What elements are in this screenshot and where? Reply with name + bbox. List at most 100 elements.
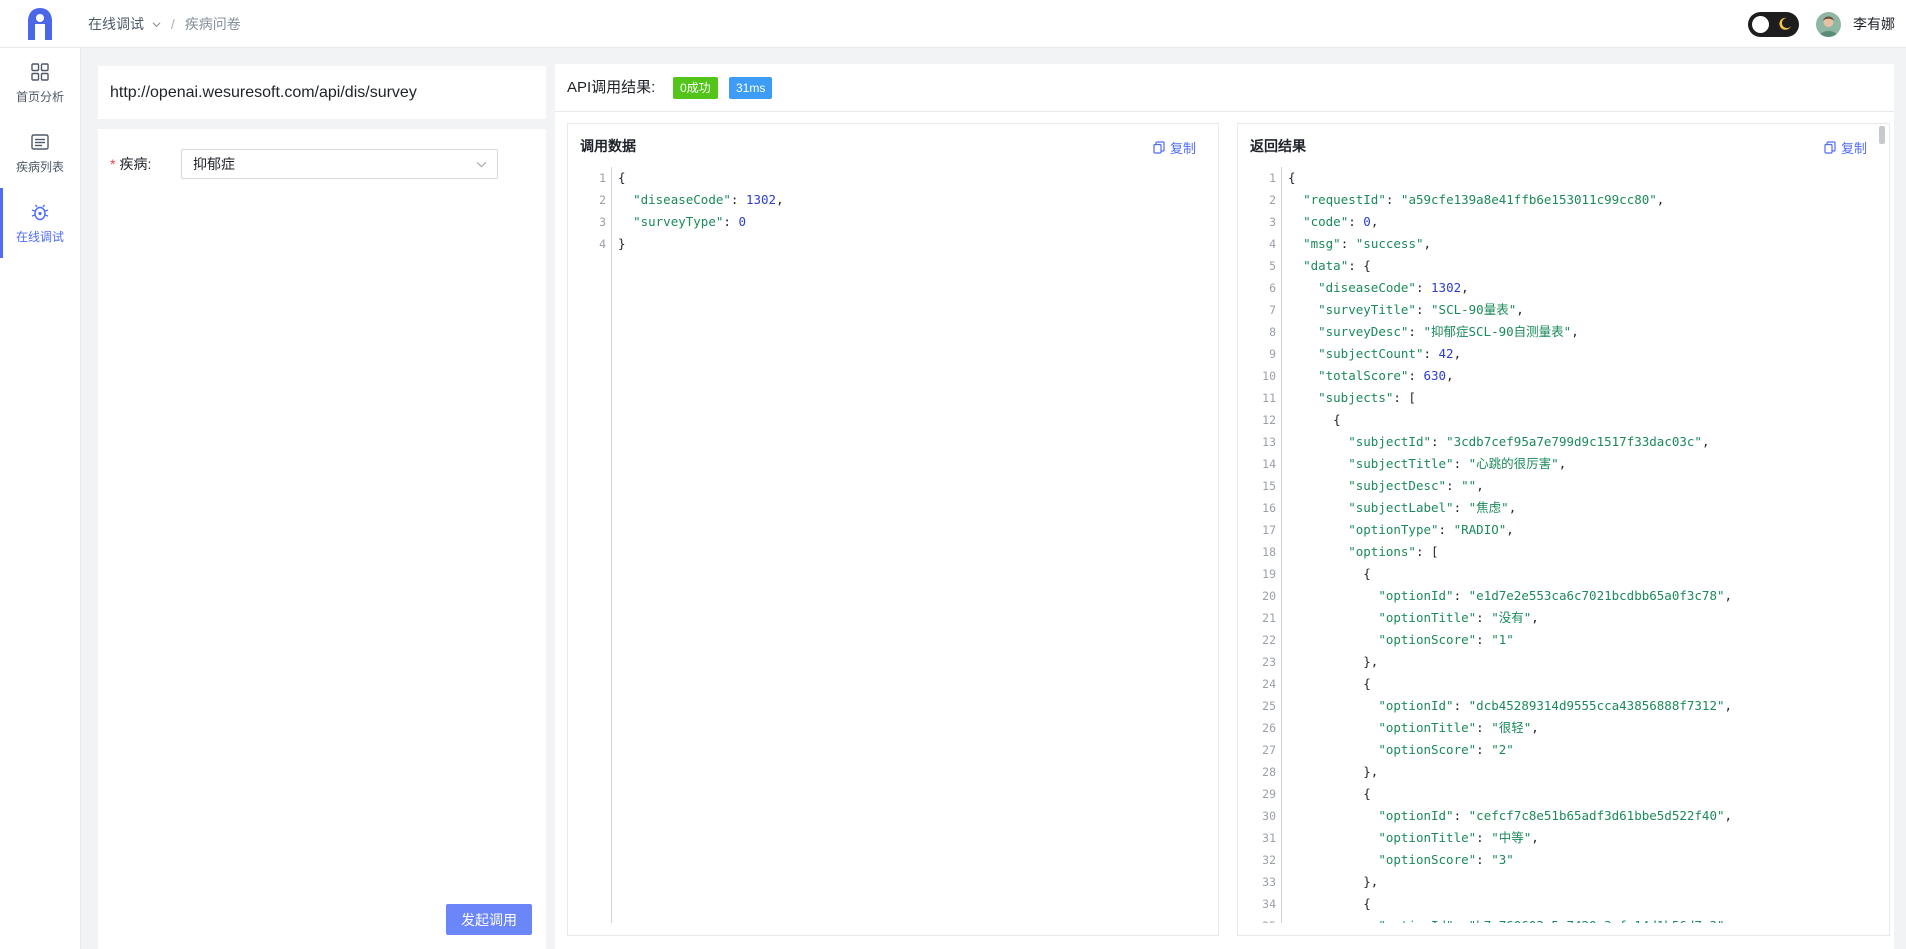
bug-icon — [31, 204, 49, 220]
submit-call-button[interactable]: 发起调用 — [446, 904, 532, 935]
line-number-gutter — [580, 167, 612, 923]
code-line: 14 "subjectTitle": "心跳的很厉害", — [1250, 453, 1877, 475]
line-number: 12 — [1262, 413, 1276, 427]
line-number: 10 — [1262, 369, 1276, 383]
code-text: "optionTitle": "很轻", — [1378, 720, 1539, 735]
code-line: 16 "subjectLabel": "焦虑", — [1250, 497, 1877, 519]
line-number: 1 — [1269, 171, 1276, 185]
line-number: 8 — [1269, 325, 1276, 339]
code-text: { — [618, 170, 626, 185]
status-badge: 0成功 — [673, 77, 718, 99]
line-number: 17 — [1262, 523, 1276, 537]
sidebar-item-label: 在线调试 — [15, 229, 64, 244]
avatar[interactable] — [1816, 12, 1841, 37]
sidebar-item-label: 疾病列表 — [15, 159, 64, 174]
copy-icon — [1153, 141, 1165, 154]
line-number: 34 — [1262, 897, 1276, 911]
line-number: 32 — [1262, 853, 1276, 867]
line-number: 16 — [1262, 501, 1276, 515]
code-text: { — [1288, 896, 1371, 911]
code-line: 8 "surveyDesc": "抑郁症SCL-90自测量表", — [1250, 321, 1877, 343]
code-text: "msg": "success", — [1303, 236, 1432, 251]
theme-toggle[interactable] — [1748, 12, 1799, 37]
code-text: "subjects": [ — [1318, 390, 1416, 405]
line-number: 35 — [1250, 915, 1276, 923]
sidebar-item-online-debug[interactable]: 在线调试 — [0, 188, 80, 258]
line-number: 29 — [1262, 787, 1276, 801]
copy-icon — [1824, 141, 1836, 154]
code-text: "optionType": "RADIO", — [1348, 522, 1514, 537]
breadcrumb-parent[interactable]: 在线调试 — [88, 14, 161, 34]
line-number: 11 — [1262, 391, 1276, 405]
copy-response-button[interactable]: 复制 — [1824, 138, 1867, 157]
code-line: 7 "surveyTitle": "SCL-90量表", — [1250, 299, 1877, 321]
moon-icon — [1779, 17, 1791, 30]
code-line: 24 { — [1250, 673, 1877, 695]
sidebar: 首页分析 疾病列表 在线调试 — [0, 48, 81, 949]
copy-request-button[interactable]: 复制 — [1153, 138, 1196, 157]
code-text: "optionId": "cefcf7c8e51b65adf3d61bbe5d5… — [1378, 808, 1733, 823]
app-logo-icon[interactable] — [26, 7, 54, 41]
disease-select-value: 抑郁症 — [193, 156, 235, 172]
line-number: 15 — [1262, 479, 1276, 493]
code-line: 5 "data": { — [1250, 255, 1877, 277]
code-line: 11 "subjects": [ — [1250, 387, 1877, 409]
code-line: 26 "optionTitle": "很轻", — [1250, 717, 1877, 739]
editor-scrollbar[interactable] — [1879, 126, 1885, 144]
code-text: "diseaseCode": 1302, — [633, 192, 784, 207]
chevron-down-icon — [476, 161, 487, 168]
code-line: 19 { — [1250, 563, 1877, 585]
code-line: 4 "msg": "success", — [1250, 233, 1877, 255]
api-result-card: API调用结果: 0成功 31ms 调用数据 复制 1{2 "diseaseCo… — [555, 64, 1894, 949]
code-line: 23 }, — [1250, 651, 1877, 673]
line-number: 1 — [599, 171, 606, 185]
code-line: 10 "totalScore": 630, — [1250, 365, 1877, 387]
line-number: 2 — [1269, 193, 1276, 207]
code-text: "optionScore": "3" — [1378, 852, 1514, 867]
disease-select[interactable]: 抑郁症 — [181, 149, 498, 179]
code-text: "code": 0, — [1303, 214, 1379, 229]
line-number: 24 — [1262, 677, 1276, 691]
line-number: 3 — [1269, 215, 1276, 229]
code-line: 22 "optionScore": "1" — [1250, 629, 1877, 651]
code-line: 31 "optionTitle": "中等", — [1250, 827, 1877, 849]
code-text: "subjectId": "3cdb7cef95a7e799d9c1517f33… — [1348, 434, 1710, 449]
disease-label: * 疾病: — [110, 156, 152, 172]
sidebar-item-home-analysis[interactable]: 首页分析 — [0, 48, 80, 118]
api-url-card: http://openai.wesuresoft.com/api/dis/sur… — [98, 66, 546, 119]
code-text: "surveyDesc": "抑郁症SCL-90自测量表", — [1318, 324, 1579, 339]
line-number: 3 — [599, 215, 606, 229]
request-panel-title: 调用数据 — [580, 138, 636, 154]
code-line: 2 "requestId": "a59cfe139a8e41ffb6e15301… — [1250, 189, 1877, 211]
list-icon — [31, 133, 49, 150]
code-text: "totalScore": 630, — [1318, 368, 1454, 383]
code-line: 17 "optionType": "RADIO", — [1250, 519, 1877, 541]
line-number: 2 — [599, 193, 606, 207]
response-panel-title: 返回结果 — [1250, 138, 1306, 154]
code-line: 32 "optionScore": "3" — [1250, 849, 1877, 871]
code-text: "optionId": "b7a760603c5e7420e3efe14d1b5… — [1288, 915, 1732, 923]
code-text: }, — [1288, 874, 1379, 889]
code-line: 3 "surveyType": 0 — [580, 211, 1206, 233]
code-text: "subjectDesc": "", — [1348, 478, 1484, 493]
line-number: 5 — [1269, 259, 1276, 273]
line-number: 33 — [1262, 875, 1276, 889]
sidebar-item-disease-list[interactable]: 疾病列表 — [0, 118, 80, 188]
code-text: "optionTitle": "中等", — [1378, 830, 1539, 845]
response-code-editor[interactable]: 1 {2 "requestId": "a59cfe139a8e41ffb6e153… — [1250, 167, 1877, 923]
line-number: 18 — [1262, 545, 1276, 559]
line-number: 22 — [1262, 633, 1276, 647]
code-text: "optionScore": "2" — [1378, 742, 1514, 757]
request-form: * 疾病: 抑郁症 发起调用 — [98, 129, 546, 949]
response-time-badge: 31ms — [729, 77, 773, 99]
code-text: "subjectCount": 42, — [1318, 346, 1462, 361]
code-line: 29 { — [1250, 783, 1877, 805]
line-number: 30 — [1262, 809, 1276, 823]
code-text: "optionId": "e1d7e2e553ca6c7021bcdbb65a0… — [1378, 588, 1733, 603]
request-code-editor[interactable]: 1 {2 "diseaseCode": 1302, 3 "surveyType": … — [580, 167, 1206, 923]
code-line: 12 { — [1250, 409, 1877, 431]
line-number: 14 — [1262, 457, 1276, 471]
code-line: 3 "code": 0, — [1250, 211, 1877, 233]
username[interactable]: 李有娜 — [1853, 0, 1895, 48]
code-text: "optionId": "dcb45289314d9555cca43856888… — [1378, 698, 1733, 713]
